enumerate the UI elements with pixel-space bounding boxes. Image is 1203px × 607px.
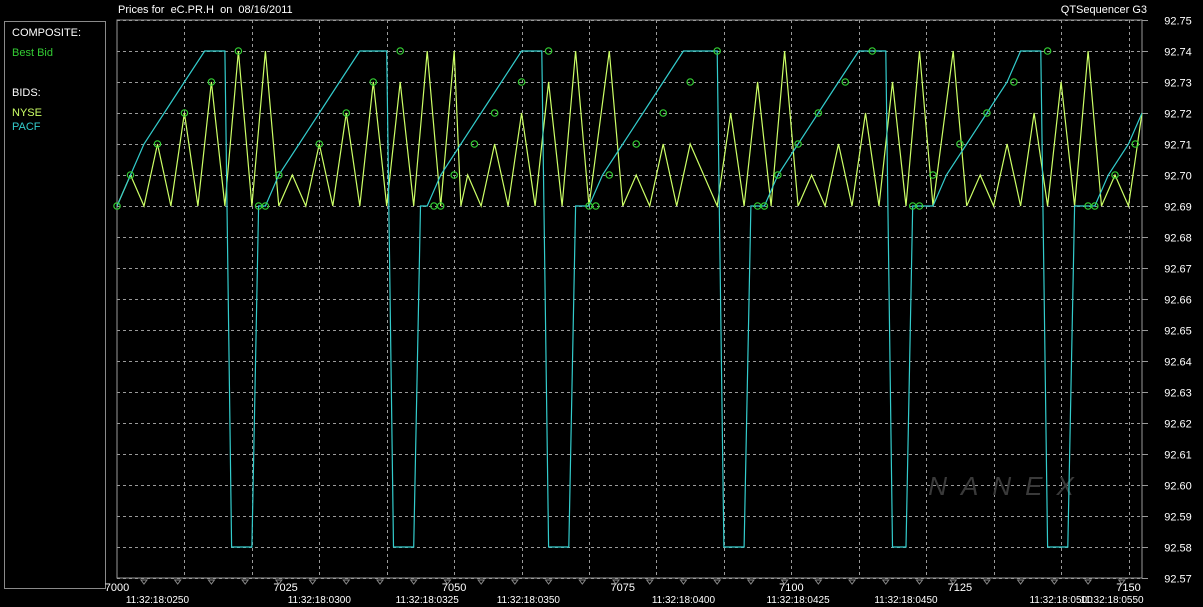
time-label: 11:32:18:0450 xyxy=(874,595,938,606)
time-label: 11:32:18:0250 xyxy=(126,595,190,606)
y-tick-label: 92.59 xyxy=(1164,512,1192,524)
time-label: 11:32:18:0300 xyxy=(288,595,352,606)
y-tick-label: 92.69 xyxy=(1164,202,1192,214)
x-tick-label: 7000 xyxy=(105,582,129,594)
x-tick-label: 7125 xyxy=(948,582,972,594)
x-axis-marker xyxy=(578,579,587,585)
time-label: 11:32:18:0325 xyxy=(396,595,460,606)
x-axis-marker xyxy=(645,579,654,585)
y-tick-label: 92.72 xyxy=(1164,109,1192,121)
time-label: 11:32:18:0400 xyxy=(652,595,716,606)
y-tick-label: 92.60 xyxy=(1164,481,1192,493)
x-axis-marker xyxy=(1084,579,1093,585)
x-axis-marker xyxy=(848,579,857,585)
x-axis-marker xyxy=(173,579,182,585)
time-label: 11:32:18:0350 xyxy=(497,595,561,606)
x-axis-marker xyxy=(1050,579,1059,585)
x-tick-label: 7100 xyxy=(779,582,803,594)
x-tick-label: 7025 xyxy=(273,582,297,594)
series-line-nyse xyxy=(116,50,1143,209)
y-tick-label: 92.61 xyxy=(1164,450,1192,462)
watermark: NANEX xyxy=(928,471,1088,501)
y-tick-label: 92.73 xyxy=(1164,78,1192,90)
x-axis-marker xyxy=(241,579,250,585)
y-tick-label: 92.58 xyxy=(1164,543,1192,555)
y-tick-label: 92.65 xyxy=(1164,326,1192,338)
x-tick-label: 7050 xyxy=(442,582,466,594)
y-tick-label: 92.68 xyxy=(1164,233,1192,245)
x-axis-marker xyxy=(477,579,486,585)
x-axis-marker xyxy=(1016,579,1025,585)
x-axis-marker xyxy=(409,579,418,585)
x-axis-marker xyxy=(342,579,351,585)
x-axis-marker xyxy=(881,579,890,585)
y-tick-label: 92.57 xyxy=(1164,574,1192,586)
x-axis-marker xyxy=(375,579,384,585)
x-axis-marker xyxy=(746,579,755,585)
y-tick-label: 92.70 xyxy=(1164,171,1192,183)
y-tick-label: 92.66 xyxy=(1164,295,1192,307)
watermark-layer: NANEX xyxy=(928,471,1088,501)
y-tick-label: 92.74 xyxy=(1164,47,1192,59)
x-axis-marker xyxy=(713,579,722,585)
x-axis-marker xyxy=(207,579,216,585)
price-chart[interactable]: NANEX 92.75 92.74 92.73 92.72 92.71 92.70 92.6… xyxy=(0,0,1203,607)
y-tick-label: 92.71 xyxy=(1164,140,1192,152)
x-tick-label: 7075 xyxy=(611,582,635,594)
y-tick-label: 92.63 xyxy=(1164,388,1192,400)
x-axis-marker xyxy=(544,579,553,585)
y-tick-label: 92.62 xyxy=(1164,419,1192,431)
x-axis-marker xyxy=(308,579,317,585)
time-label: 11:32:18:0550 xyxy=(1080,595,1144,606)
y-tick-label: 92.75 xyxy=(1164,16,1192,28)
y-tick-label: 92.64 xyxy=(1164,357,1192,369)
x-tick-label: 7150 xyxy=(1116,582,1140,594)
x-axis-marker xyxy=(679,579,688,585)
y-tick-label: 92.67 xyxy=(1164,264,1192,276)
x-axis-marker xyxy=(510,579,519,585)
x-axis-marker xyxy=(139,579,148,585)
time-label: 11:32:18:0425 xyxy=(766,595,830,606)
x-axis-marker xyxy=(915,579,924,585)
x-axis-marker xyxy=(982,579,991,585)
x-axis-marker xyxy=(814,579,823,585)
